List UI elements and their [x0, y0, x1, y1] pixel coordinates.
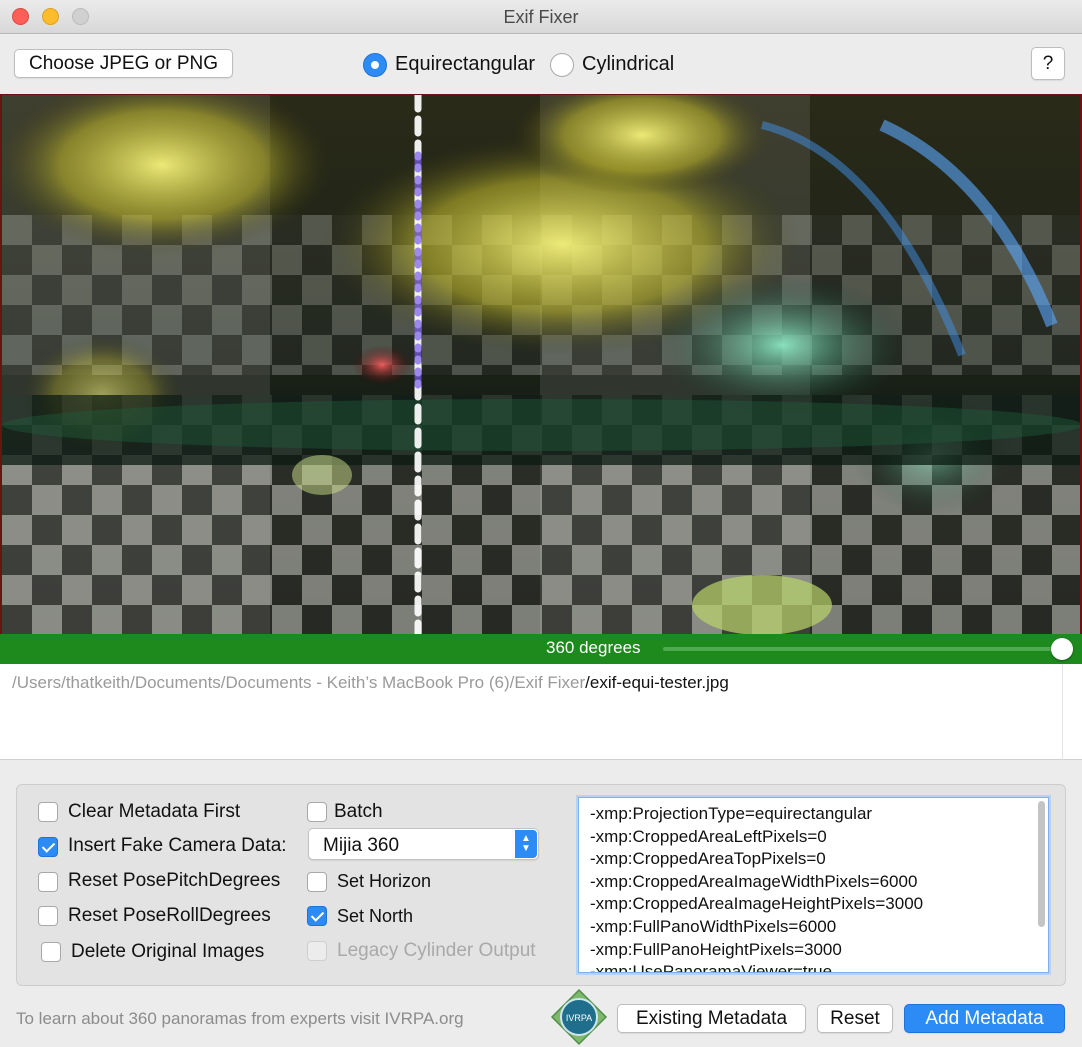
metadata-line: -xmp:CroppedAreaImageWidthPixels=6000 [590, 871, 918, 891]
file-path-prefix: /Users/thatkeith/Documents/Documents - K… [12, 673, 586, 692]
metadata-line: -xmp:CroppedAreaImageHeightPixels=3000 [590, 894, 924, 914]
existing-metadata-button[interactable]: Existing Metadata [617, 1004, 806, 1033]
cylindrical-radio[interactable] [550, 53, 574, 77]
path-scrollbar [1062, 664, 1063, 760]
fake-camera-checkbox[interactable] [38, 837, 58, 857]
equirectangular-radio[interactable] [363, 53, 387, 77]
camera-model-value: Mijia 360 [323, 835, 400, 856]
metadata-lines: -xmp:ProjectionType=equirectangular -xmp… [590, 803, 924, 973]
degrees-label: 360 degrees [546, 638, 641, 657]
legacy-cylinder-label: Legacy Cylinder Output [337, 940, 536, 961]
reset-pitch-label[interactable]: Reset PosePitchDegrees [68, 870, 280, 892]
fake-camera-label[interactable]: Insert Fake Camera Data: [68, 835, 287, 857]
delete-originals-checkbox[interactable] [41, 942, 61, 962]
set-horizon-label[interactable]: Set Horizon [337, 871, 431, 892]
degrees-bar: 360 degrees [0, 634, 1082, 664]
help-button[interactable]: ? [1031, 47, 1065, 80]
ivrpa-info-text: To learn about 360 panoramas from expert… [16, 1009, 464, 1028]
window-title: Exif Fixer [503, 7, 579, 27]
choose-file-button[interactable]: Choose JPEG or PNG [14, 49, 233, 78]
batch-checkbox[interactable] [307, 802, 327, 822]
metadata-line: -xmp:FullPanoHeightPixels=3000 [590, 939, 842, 959]
batch-label[interactable]: Batch [334, 801, 383, 823]
camera-model-select[interactable]: Mijia 360 ▲ ▼ [308, 828, 539, 860]
set-horizon-checkbox[interactable] [307, 872, 327, 892]
panorama-image [2, 95, 1080, 634]
degrees-slider-knob[interactable] [1051, 638, 1073, 660]
select-arrows-icon: ▲ ▼ [515, 830, 537, 858]
legacy-cylinder-checkbox [307, 941, 327, 961]
file-path-text: /Users/thatkeith/Documents/Documents - K… [12, 673, 729, 693]
reset-roll-checkbox[interactable] [38, 906, 58, 926]
metadata-line: -xmp:UsePanoramaViewer=true [590, 962, 833, 973]
title-bar: Exif Fixer [0, 0, 1082, 34]
reset-pitch-checkbox[interactable] [38, 872, 58, 892]
metadata-line: -xmp:FullPanoWidthPixels=6000 [590, 916, 837, 936]
metadata-line: -xmp:CroppedAreaLeftPixels=0 [590, 826, 827, 846]
metadata-scrollbar[interactable] [1038, 801, 1045, 927]
reset-roll-label[interactable]: Reset PoseRollDegrees [68, 905, 271, 927]
file-name: /exif-equi-tester.jpg [585, 673, 729, 692]
clear-metadata-checkbox[interactable] [38, 802, 58, 822]
set-north-checkbox[interactable] [307, 906, 327, 926]
clear-metadata-label[interactable]: Clear Metadata First [68, 801, 240, 823]
metadata-line: -xmp:CroppedAreaTopPixels=0 [590, 849, 826, 869]
metadata-line: -xmp:ProjectionType=equirectangular [590, 804, 873, 823]
file-path-field[interactable]: /Users/thatkeith/Documents/Documents - K… [0, 664, 1082, 760]
cylindrical-label[interactable]: Cylindrical [582, 53, 674, 76]
metadata-textarea[interactable]: -xmp:ProjectionType=equirectangular -xmp… [578, 797, 1049, 973]
set-north-label[interactable]: Set North [337, 906, 413, 927]
degrees-slider-track[interactable] [663, 647, 1063, 651]
add-metadata-button[interactable]: Add Metadata [904, 1004, 1065, 1033]
ivrpa-logo-text: IVRPA [566, 1013, 592, 1023]
delete-originals-label[interactable]: Delete Original Images [71, 941, 264, 963]
reset-button[interactable]: Reset [817, 1004, 893, 1033]
panorama-preview[interactable] [0, 94, 1082, 634]
equirectangular-label[interactable]: Equirectangular [395, 53, 535, 76]
ivrpa-logo-icon[interactable]: IVRPA [550, 988, 608, 1046]
